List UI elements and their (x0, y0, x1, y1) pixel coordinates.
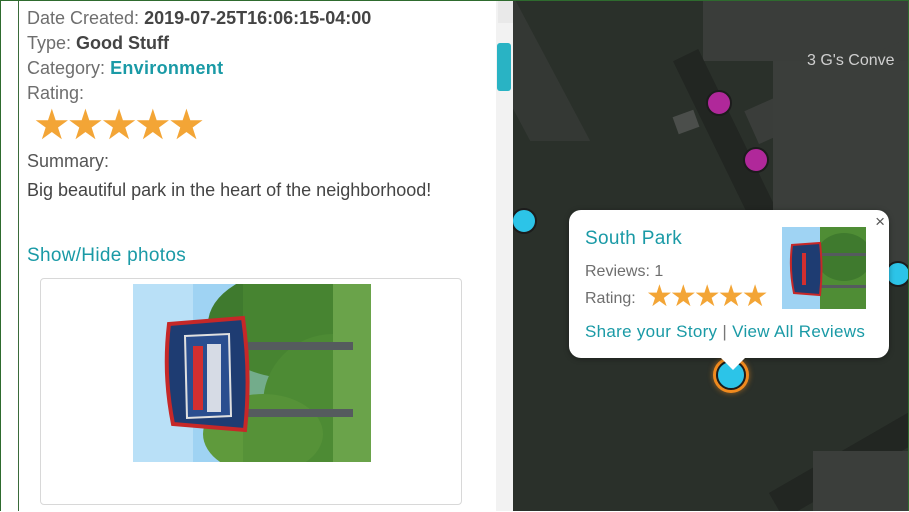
photo-container (40, 278, 462, 505)
park-sign-photo[interactable] (133, 284, 371, 462)
popup-thumbnail[interactable] (782, 227, 866, 309)
park-sign-thumbnail-image (782, 227, 866, 309)
poi-label[interactable]: 3 G's Conve (807, 52, 895, 70)
link-separator: | (722, 322, 728, 341)
map-block (813, 451, 908, 511)
popup-rating-stars-icon: ★★★★★ (646, 280, 768, 313)
close-icon[interactable]: × (875, 212, 885, 232)
date-created-row: Date Created: 2019-07-25T16:06:15-04:00 (27, 8, 371, 29)
view-all-reviews-link[interactable]: View All Reviews (732, 322, 865, 341)
type-row: Type: Good Stuff (27, 33, 169, 54)
map-marker-purple[interactable] (706, 90, 732, 116)
report-detail-panel: Date Created: 2019-07-25T16:06:15-04:00 … (18, 1, 514, 511)
location-popup: × South Park Reviews: 1 Rating: ★★★★★ Sh… (569, 210, 889, 370)
category-row: Category: Environment (27, 58, 223, 79)
map-building (672, 109, 700, 135)
popup-reviews-count: Reviews: 1 (585, 263, 664, 280)
app-frame: Date Created: 2019-07-25T16:06:15-04:00 … (0, 0, 909, 511)
summary-text: Big beautiful park in the heart of the n… (27, 180, 432, 200)
rating-stars-icon: ★★★★★ (33, 101, 205, 148)
map-marker-cyan[interactable] (513, 208, 537, 234)
show-hide-photos-link[interactable]: Show/Hide photos (27, 245, 186, 267)
type-value: Good Stuff (76, 33, 170, 53)
popup-links: Share your Story | View All Reviews (585, 322, 865, 342)
park-sign-image (133, 284, 371, 462)
panel-collapse-tab[interactable] (497, 43, 511, 91)
map-marker-purple[interactable] (743, 147, 769, 173)
category-value: Environment (110, 58, 224, 78)
category-label: Category: (27, 58, 106, 78)
popup-rating-label: Rating: (585, 290, 636, 307)
map-road (513, 1, 591, 141)
summary-label: Summary: (27, 151, 110, 171)
share-story-link[interactable]: Share your Story (585, 322, 717, 341)
date-created-value: 2019-07-25T16:06:15-04:00 (144, 8, 372, 28)
popup-title: South Park (585, 228, 682, 249)
date-created-label: Date Created: (27, 8, 140, 28)
type-label: Type: (27, 33, 72, 53)
